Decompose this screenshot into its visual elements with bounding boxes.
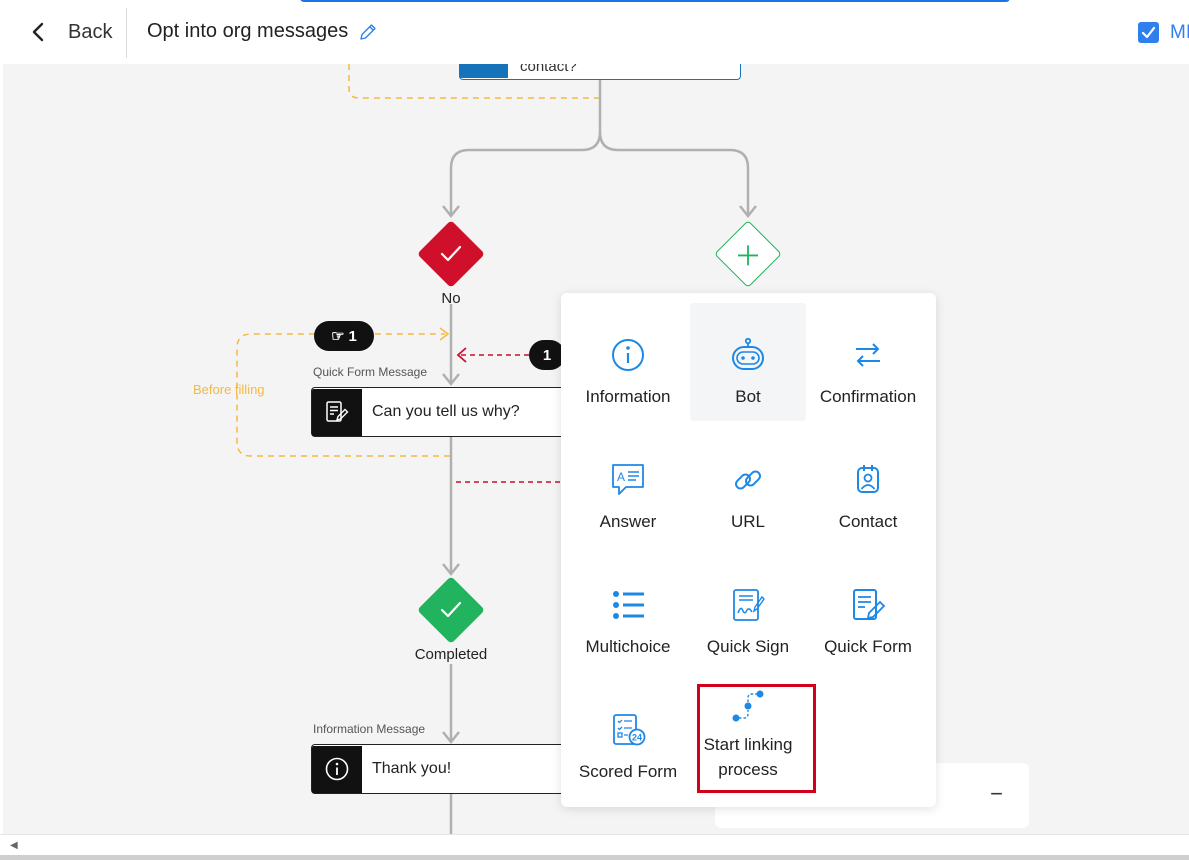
chevron-left-icon [32, 22, 44, 42]
title-group: Opt into org messages [147, 20, 378, 43]
question-node-icon-block [460, 64, 508, 78]
checkbox-label: MI [1170, 22, 1189, 43]
pill-badge-right-count: 1 [542, 346, 552, 364]
top-accent-bar [300, 0, 1010, 2]
info-message-text: Thank you! [372, 760, 452, 777]
scrollbar-track[interactable] [0, 855, 1189, 860]
svg-text:24: 24 [632, 733, 642, 743]
svg-text:A: A [617, 470, 625, 484]
check-icon [440, 245, 462, 262]
option-label: Contact [838, 512, 898, 531]
info-message-caption: Information Message [313, 722, 426, 736]
option-confirmation[interactable]: Confirmation [810, 303, 926, 421]
bot-icon [732, 337, 764, 370]
pill-badge-right[interactable]: 1 [529, 340, 565, 370]
app-window: Back Opt into org messages MI contact? N… [0, 0, 1189, 860]
plus-icon [738, 245, 758, 266]
pill-badge-left[interactable]: ☞ 1 [314, 321, 374, 351]
quick-form-text: Can you tell us why? [372, 403, 520, 420]
option-label: URL [730, 512, 765, 531]
check-icon [1141, 26, 1156, 39]
sign-icon [733, 589, 765, 621]
form-icon [312, 388, 362, 436]
info-message-node[interactable]: Thank you! [311, 744, 571, 794]
option-quick-sign[interactable]: Quick Sign [690, 553, 806, 671]
option-label: Quick Form [824, 637, 912, 656]
option-label: Bot [735, 387, 761, 406]
completed-node[interactable] [417, 576, 485, 644]
info-icon [312, 745, 362, 793]
no-branch-node[interactable] [417, 220, 485, 288]
option-label: Scored Form [578, 762, 678, 781]
pencil-icon[interactable] [358, 22, 378, 42]
header-divider [126, 8, 127, 58]
option-label: Quick Sign [706, 637, 790, 656]
option-label: Multichoice [585, 637, 671, 656]
link-icon [735, 470, 761, 490]
question-node[interactable]: contact? [459, 64, 741, 80]
highlight-box [697, 684, 816, 793]
option-multichoice[interactable]: Multichoice [570, 553, 686, 671]
option-bot[interactable]: Bot [690, 303, 806, 421]
no-branch-label: No [441, 290, 461, 307]
answer-icon: A [612, 464, 644, 495]
add-step-popup: Information Bot Confirmation A Answer UR… [561, 293, 936, 807]
back-label: Back [68, 20, 113, 43]
arrows-swap-icon [856, 343, 880, 367]
list-icon [613, 591, 644, 619]
pill-badge-left-count: 1 [348, 327, 357, 345]
completed-label: Completed [414, 646, 488, 663]
option-url[interactable]: URL [690, 428, 806, 546]
quick-form-node[interactable]: Can you tell us why? [311, 387, 571, 437]
quick-form-caption: Quick Form Message [313, 365, 428, 379]
contact-icon [857, 465, 879, 493]
scored-form-icon: 24 [613, 714, 646, 746]
option-label: Confirmation [819, 387, 917, 406]
minimize-button[interactable]: − [990, 781, 1003, 807]
hand-pointer-icon: ☞ [331, 328, 345, 345]
option-contact[interactable]: Contact [810, 428, 926, 546]
horizontal-scrollbar[interactable]: ◀ [0, 834, 1189, 860]
option-answer[interactable]: A Answer [570, 428, 686, 546]
header-bar: Back Opt into org messages MI [0, 0, 1189, 64]
checkbox-checked[interactable] [1138, 22, 1159, 43]
page-title: Opt into org messages [147, 20, 349, 42]
question-node-text: contact? [520, 64, 577, 75]
option-scored-form[interactable]: 24 Scored Form [570, 678, 686, 796]
back-button[interactable]: Back [28, 16, 112, 48]
option-label: Answer [599, 512, 657, 531]
scroll-left-arrow-icon[interactable]: ◀ [10, 840, 18, 851]
before-filling-label: Before filling [193, 382, 265, 397]
option-quick-form[interactable]: Quick Form [810, 553, 926, 671]
form-icon [853, 589, 886, 620]
info-icon [612, 339, 644, 371]
option-label: Information [585, 387, 671, 406]
check-icon [440, 601, 462, 618]
option-information[interactable]: Information [570, 303, 686, 421]
